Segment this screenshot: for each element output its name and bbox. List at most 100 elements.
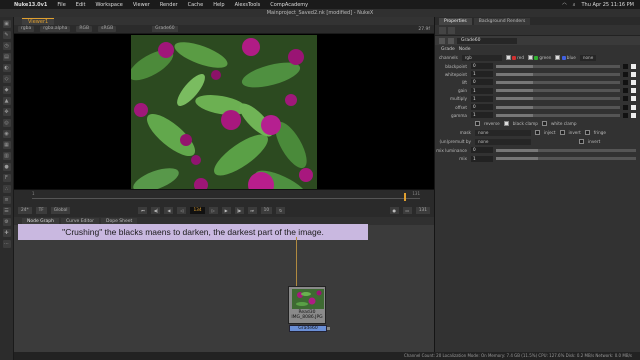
record-icon[interactable]: ● <box>389 207 399 214</box>
color-swatch-icon[interactable] <box>623 63 628 69</box>
gamma-field[interactable]: 1 <box>471 112 493 119</box>
mix-luminance-slider[interactable] <box>496 148 636 152</box>
viewer-canvas[interactable] <box>14 34 434 198</box>
mix-luminance-field[interactable]: 0 <box>471 147 493 154</box>
color-picker-icon[interactable] <box>631 79 636 85</box>
step-field[interactable]: 10 <box>260 207 273 214</box>
last-frame-icon[interactable]: ⏭ <box>247 207 257 214</box>
timeline-scrubber[interactable] <box>32 198 420 199</box>
unpremult-select[interactable]: none <box>475 138 531 145</box>
time-tool-icon[interactable]: ◷ <box>2 42 11 50</box>
color-swatch-icon[interactable] <box>623 71 628 77</box>
unpremult-invert-checkbox[interactable] <box>579 139 584 145</box>
color-swatch-icon[interactable] <box>623 79 628 85</box>
other-tool-icon[interactable]: ● <box>2 163 11 171</box>
menu-cache[interactable]: Cache <box>188 2 204 8</box>
blackpoint-field[interactable]: 0 <box>471 63 493 70</box>
wifi-icon[interactable]: ◠ <box>562 2 566 8</box>
multiply-field[interactable]: 1 <box>471 95 493 102</box>
playhead[interactable] <box>404 193 406 201</box>
color-swatch-icon[interactable] <box>623 88 628 94</box>
channels-select[interactable]: rgb <box>461 54 502 61</box>
zoom-readout[interactable]: 27.9f <box>418 27 430 32</box>
deep-tool-icon[interactable]: ≡ <box>2 196 11 204</box>
lift-field[interactable]: 0 <box>471 79 493 86</box>
inject-checkbox[interactable] <box>535 130 540 136</box>
node-name-field[interactable]: Grade60 <box>457 37 517 44</box>
mask-select[interactable]: none <box>475 129 531 136</box>
node-mask-input[interactable] <box>327 327 330 330</box>
menu-viewer[interactable]: Viewer <box>133 2 150 8</box>
tf-dropdown[interactable]: TF <box>35 207 47 214</box>
global-dropdown[interactable]: Global <box>50 207 71 214</box>
loop-icon[interactable]: ↻ <box>276 207 286 214</box>
views-tool-icon[interactable]: ◉ <box>2 130 11 138</box>
settings-tool-icon[interactable]: ⋯ <box>2 240 11 248</box>
color-picker-icon[interactable] <box>631 96 636 102</box>
color-picker-icon[interactable] <box>631 88 636 94</box>
in-out-icon[interactable]: ▭ <box>402 207 412 214</box>
mix-field[interactable]: 1 <box>471 155 493 162</box>
play-back-icon[interactable]: ◀ <box>164 207 174 214</box>
colorspace-dropdown[interactable]: sRGB <box>98 26 117 32</box>
color-swatch-icon[interactable] <box>623 96 628 102</box>
node-color-icon[interactable] <box>439 37 445 44</box>
max-panels-icon[interactable] <box>439 26 446 34</box>
clock[interactable]: Thu Apr 25 11:16 PM <box>582 2 635 8</box>
invert-checkbox[interactable] <box>559 130 565 136</box>
whitepoint-slider[interactable] <box>496 72 620 76</box>
tab-node[interactable]: Node <box>459 47 471 52</box>
clear-panels-icon[interactable] <box>448 26 455 34</box>
current-frame-field[interactable]: 134 <box>190 207 205 214</box>
node-graph-panel[interactable]: Node Graph Curve Editor Dope Sheet "Crus… <box>14 217 434 352</box>
keyer-tool-icon[interactable]: ◆ <box>2 86 11 94</box>
channels-dropdown[interactable]: rgba <box>18 26 35 32</box>
color-tool-icon[interactable]: ◐ <box>2 64 11 72</box>
input-node-dropdown[interactable]: Grade60 <box>152 26 178 32</box>
filter-tool-icon[interactable]: ◇ <box>2 75 11 83</box>
reverse-checkbox[interactable] <box>475 121 480 127</box>
3d-tool-icon[interactable]: ◎ <box>2 119 11 127</box>
alpha-channel-select[interactable]: none <box>579 54 597 61</box>
end-frame-field[interactable]: 131 <box>415 207 430 214</box>
mix-slider[interactable] <box>496 157 636 161</box>
gain-field[interactable]: 1 <box>471 87 493 94</box>
menu-compacademy[interactable]: CompAcademy <box>270 2 308 8</box>
toolsets-tool-icon[interactable]: ▥ <box>2 152 11 160</box>
step-forward-icon[interactable]: ▷ <box>208 207 218 214</box>
tab-background-renders[interactable]: Background Renders <box>473 18 531 25</box>
next-key-icon[interactable]: |▶ <box>234 207 244 214</box>
color-picker-icon[interactable] <box>631 112 636 118</box>
green-checkbox[interactable] <box>527 55 533 61</box>
color-picker-icon[interactable] <box>631 71 636 77</box>
white-clamp-checkbox[interactable] <box>541 121 547 127</box>
image-tool-icon[interactable]: ▣ <box>2 20 11 28</box>
offset-slider[interactable] <box>496 105 620 109</box>
black-clamp-checkbox[interactable] <box>503 121 509 127</box>
menu-app[interactable]: Nuke13.0v1 <box>14 2 47 8</box>
play-icon[interactable]: ▶ <box>221 207 231 214</box>
node-help-icon[interactable] <box>448 37 454 44</box>
furnace-tool-icon[interactable]: F <box>2 174 11 182</box>
read-node[interactable]: Read30 IMG_8086.JPG <box>288 286 326 324</box>
color-picker-icon[interactable] <box>631 63 636 69</box>
color-swatch-icon[interactable] <box>623 104 628 110</box>
offset-field[interactable]: 0 <box>471 104 493 111</box>
tab-properties[interactable]: Properties <box>439 18 472 25</box>
menu-alexstools[interactable]: AlexsTools <box>235 2 261 8</box>
multiply-slider[interactable] <box>496 97 620 101</box>
menu-help[interactable]: Help <box>213 2 224 8</box>
grade-node[interactable]: Grade60 <box>289 325 330 332</box>
channel-tool-icon[interactable]: ▤ <box>2 53 11 61</box>
plugins-tool-icon[interactable]: ✚ <box>2 229 11 237</box>
colorspace-mode-dropdown[interactable]: RGB <box>76 26 93 32</box>
lift-slider[interactable] <box>496 80 620 84</box>
particles-tool-icon[interactable]: ∴ <box>2 185 11 193</box>
menu-edit[interactable]: Edit <box>76 2 86 8</box>
prev-key-icon[interactable]: ◀| <box>151 207 161 214</box>
menu-file[interactable]: File <box>57 2 65 8</box>
draw-tool-icon[interactable]: ✎ <box>2 31 11 39</box>
alpha-dropdown[interactable]: rgba.alpha <box>40 26 71 32</box>
color-swatch-icon[interactable] <box>623 112 628 118</box>
fringe-checkbox[interactable] <box>584 130 590 136</box>
